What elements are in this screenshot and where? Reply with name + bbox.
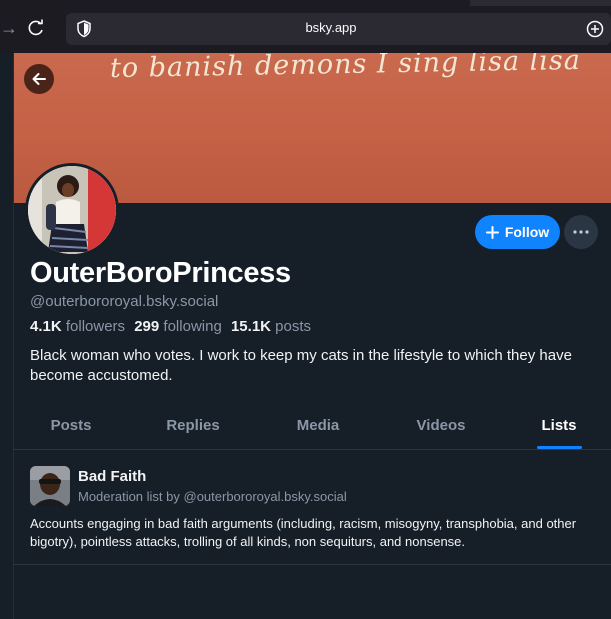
- following-label: following: [163, 318, 222, 335]
- tab-videos[interactable]: Videos: [417, 417, 466, 434]
- list-avatar: [30, 466, 70, 506]
- profile-tabs: Posts Replies Media Videos Lists: [14, 401, 611, 450]
- avatar[interactable]: [25, 163, 119, 257]
- profile-handle: @outerbororoyal.bsky.social: [30, 293, 219, 310]
- more-options-button[interactable]: [564, 215, 598, 249]
- following-count: 299: [134, 318, 160, 335]
- list-item[interactable]: Bad Faith Moderation list by @outerboror…: [14, 450, 611, 565]
- arrow-left-icon: [32, 73, 46, 85]
- plus-icon: [485, 225, 499, 239]
- followers-label: followers: [65, 318, 126, 335]
- banner-text: to banish demons I sing lisa lisa: [109, 53, 582, 85]
- back-button[interactable]: [24, 64, 54, 94]
- tab-media[interactable]: Media: [297, 417, 340, 434]
- extension-icon[interactable]: [585, 19, 605, 39]
- profile-page: to banish demons I sing lisa lisa Follow…: [0, 53, 611, 619]
- followers-count: 4.1K: [30, 318, 62, 335]
- tab-replies[interactable]: Replies: [166, 417, 219, 434]
- browser-toolbar: → bsky.app: [0, 0, 611, 53]
- ellipsis-icon: [573, 230, 589, 234]
- arrow-right-icon[interactable]: →: [0, 18, 18, 38]
- follow-button[interactable]: Follow: [475, 215, 560, 249]
- reload-icon[interactable]: [26, 17, 46, 39]
- url-text: bsky.app: [305, 20, 357, 35]
- list-meta: Moderation list by @outerbororoyal.bsky.…: [78, 489, 347, 504]
- posts-count: 15.1K: [230, 318, 271, 335]
- display-name: OuterBoroPrincess: [30, 257, 291, 289]
- posts-stat: 15.1K posts: [231, 318, 311, 335]
- list-avatar-image: [30, 466, 70, 506]
- tab-strip: [470, 0, 611, 6]
- avatar-image: [28, 166, 116, 254]
- active-tab-indicator: [537, 446, 582, 449]
- tab-lists[interactable]: Lists: [541, 417, 576, 434]
- profile-bio: Black woman who votes. I work to keep my…: [30, 347, 572, 384]
- posts-label: posts: [275, 318, 312, 335]
- list-title[interactable]: Bad Faith: [78, 468, 146, 485]
- list-description: Accounts engaging in bad faith arguments…: [30, 516, 577, 549]
- tab-posts[interactable]: Posts: [51, 417, 92, 434]
- following-stat[interactable]: 299 following: [134, 318, 222, 335]
- profile-stats: 4.1K followers 299 following 15.1K posts: [30, 318, 316, 335]
- address-bar[interactable]: bsky.app: [66, 13, 611, 45]
- followers-stat[interactable]: 4.1K followers: [30, 318, 125, 335]
- follow-button-label: Follow: [504, 224, 550, 240]
